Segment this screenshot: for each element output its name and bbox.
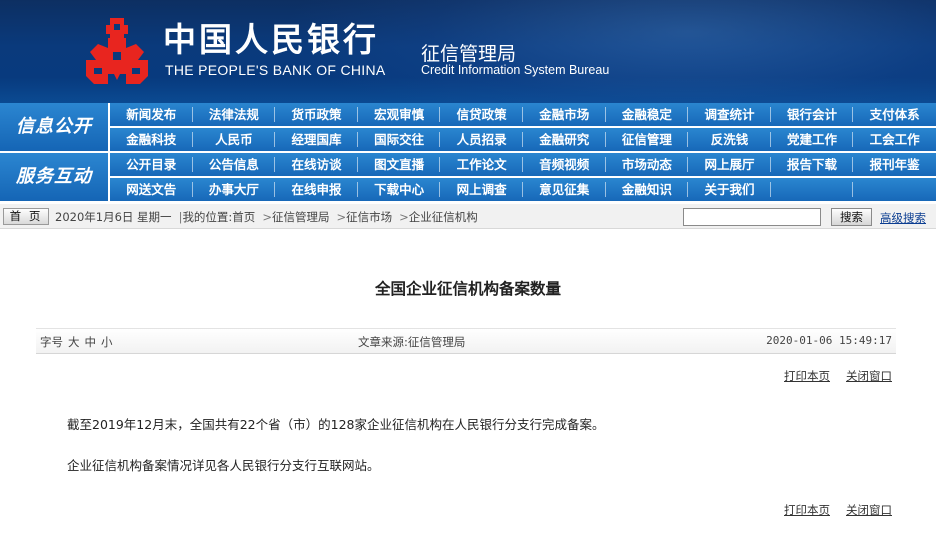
- breadcrumb-item[interactable]: 征信市场: [346, 210, 392, 224]
- search-button[interactable]: 搜索: [831, 208, 872, 226]
- font-size-medium[interactable]: 中: [85, 335, 97, 349]
- article-tools-top: 打印本页 关闭窗口: [768, 368, 892, 384]
- font-size-small[interactable]: 小: [101, 335, 113, 349]
- article-tools-bottom: 打印本页 关闭窗口: [768, 502, 892, 518]
- article-meta-bar: 字号大中小 文章来源:征信管理局 2020-01-06 15:49:17: [36, 328, 896, 354]
- font-size-large[interactable]: 大: [68, 335, 80, 349]
- nav-item[interactable]: 音频视频: [523, 153, 606, 176]
- print-page-link[interactable]: 打印本页: [784, 369, 830, 383]
- nav-group-info-disclosure: 信息公开 新闻发布 法律法规 货币政策 宏观审慎 信贷政策 金融市场 金融稳定 …: [0, 103, 936, 151]
- current-date: 2020年1月6日 星期一: [55, 210, 172, 224]
- nav-item[interactable]: 人员招录: [440, 128, 523, 151]
- nav-item[interactable]: 金融科技: [110, 128, 193, 151]
- nav-item[interactable]: 关于我们: [688, 178, 771, 201]
- main-nav: 信息公开 新闻发布 法律法规 货币政策 宏观审慎 信贷政策 金融市场 金融稳定 …: [0, 103, 936, 202]
- breadcrumb-separator: >: [336, 210, 347, 224]
- article-source: 文章来源:征信管理局: [358, 335, 466, 349]
- font-size-selector: 字号大中小: [40, 334, 113, 350]
- nav-item[interactable]: 新闻发布: [110, 103, 193, 126]
- nav-item[interactable]: 公告信息: [193, 153, 276, 176]
- nav-item[interactable]: 工作论文: [440, 153, 523, 176]
- nav-item[interactable]: 公开目录: [110, 153, 193, 176]
- nav-item[interactable]: 反洗钱: [688, 128, 771, 151]
- article-title: 全国企业征信机构备案数量: [374, 280, 561, 298]
- article-paragraph: 企业征信机构备案情况详见各人民银行分支行互联网站。: [67, 458, 380, 473]
- nav-item[interactable]: 网送文告: [110, 178, 193, 201]
- nav-item[interactable]: 下载中心: [358, 178, 441, 201]
- advanced-search-link[interactable]: 高级搜索: [880, 210, 926, 226]
- nav-row: 新闻发布 法律法规 货币政策 宏观审慎 信贷政策 金融市场 金融稳定 调查统计 …: [110, 103, 936, 126]
- nav-item[interactable]: 信贷政策: [440, 103, 523, 126]
- dept-name-cn: 征信管理局: [421, 43, 517, 65]
- nav-item[interactable]: 工会工作: [853, 128, 936, 151]
- publish-timestamp: 2020-01-06 15:49:17: [766, 334, 892, 347]
- nav-row: 公开目录 公告信息 在线访谈 图文直播 工作论文 音频视频 市场动态 网上展厅 …: [110, 153, 936, 176]
- nav-item[interactable]: 报告下载: [771, 153, 854, 176]
- nav-item[interactable]: 宏观审慎: [358, 103, 441, 126]
- nav-item[interactable]: 在线申报: [275, 178, 358, 201]
- nav-item-empty: [853, 178, 936, 201]
- nav-item[interactable]: 人民币: [193, 128, 276, 151]
- close-window-link[interactable]: 关闭窗口: [846, 369, 892, 383]
- nav-rows: 公开目录 公告信息 在线访谈 图文直播 工作论文 音频视频 市场动态 网上展厅 …: [110, 153, 936, 201]
- nav-row: 金融科技 人民币 经理国库 国际交往 人员招录 金融研究 征信管理 反洗钱 党建…: [110, 128, 936, 151]
- nav-item[interactable]: 意见征集: [523, 178, 606, 201]
- nav-row: 网送文告 办事大厅 在线申报 下载中心 网上调查 意见征集 金融知识 关于我们: [110, 178, 936, 201]
- nav-item[interactable]: 网上调查: [440, 178, 523, 201]
- search-input[interactable]: [683, 208, 821, 226]
- nav-group-title: 信息公开: [0, 103, 108, 151]
- article-paragraph: 截至2019年12月末，全国共有22个省（市）的128家企业征信机构在人民银行分…: [67, 417, 605, 432]
- print-page-link[interactable]: 打印本页: [784, 503, 830, 517]
- nav-item[interactable]: 经理国库: [275, 128, 358, 151]
- nav-item[interactable]: 市场动态: [606, 153, 689, 176]
- nav-item[interactable]: 银行会计: [771, 103, 854, 126]
- bank-name-en: THE PEOPLE'S BANK OF CHINA: [165, 62, 386, 78]
- nav-item[interactable]: 图文直播: [358, 153, 441, 176]
- breadcrumb-separator: >: [262, 210, 272, 224]
- bank-name-cn: 中国人民银行: [163, 20, 379, 59]
- nav-item[interactable]: 货币政策: [275, 103, 358, 126]
- nav-item[interactable]: 在线访谈: [275, 153, 358, 176]
- nav-item[interactable]: 征信管理: [606, 128, 689, 151]
- breadcrumb-item[interactable]: 征信管理局: [272, 210, 330, 224]
- breadcrumb-bar: 首 页 2020年1月6日 星期一 |我的位置:首页 >征信管理局 >征信市场 >企业征…: [0, 204, 936, 229]
- home-button[interactable]: 首 页: [3, 208, 49, 225]
- nav-item[interactable]: 网上展厅: [688, 153, 771, 176]
- nav-rows: 新闻发布 法律法规 货币政策 宏观审慎 信贷政策 金融市场 金融稳定 调查统计 …: [110, 103, 936, 151]
- dept-name-en: Credit Information System Bureau: [421, 63, 610, 77]
- nav-item[interactable]: 调查统计: [688, 103, 771, 126]
- nav-item[interactable]: 金融稳定: [606, 103, 689, 126]
- pboc-emblem-icon: [86, 18, 148, 84]
- nav-item[interactable]: 法律法规: [193, 103, 276, 126]
- nav-item[interactable]: 报刊年鉴: [853, 153, 936, 176]
- font-size-label: 字号: [40, 335, 63, 349]
- nav-item[interactable]: 国际交往: [358, 128, 441, 151]
- nav-item[interactable]: 支付体系: [853, 103, 936, 126]
- nav-group-service-interaction: 服务互动 公开目录 公告信息 在线访谈 图文直播 工作论文 音频视频 市场动态 …: [0, 153, 936, 201]
- close-window-link[interactable]: 关闭窗口: [846, 503, 892, 517]
- nav-item-empty: [771, 178, 854, 201]
- nav-item[interactable]: 办事大厅: [193, 178, 276, 201]
- nav-item[interactable]: 金融市场: [523, 103, 606, 126]
- breadcrumb-location[interactable]: 我的位置:首页: [182, 210, 255, 224]
- breadcrumb-item[interactable]: 企业征信机构: [409, 210, 478, 224]
- nav-group-title: 服务互动: [0, 153, 108, 201]
- breadcrumb: 2020年1月6日 星期一 |我的位置:首页 >征信管理局 >征信市场 >企业征信机构: [55, 209, 478, 225]
- nav-item[interactable]: 金融知识: [606, 178, 689, 201]
- breadcrumb-separator: >: [399, 210, 409, 224]
- site-banner: 中国人民银行 THE PEOPLE'S BANK OF CHINA 征信管理局 …: [0, 0, 936, 103]
- nav-item[interactable]: 党建工作: [771, 128, 854, 151]
- nav-item[interactable]: 金融研究: [523, 128, 606, 151]
